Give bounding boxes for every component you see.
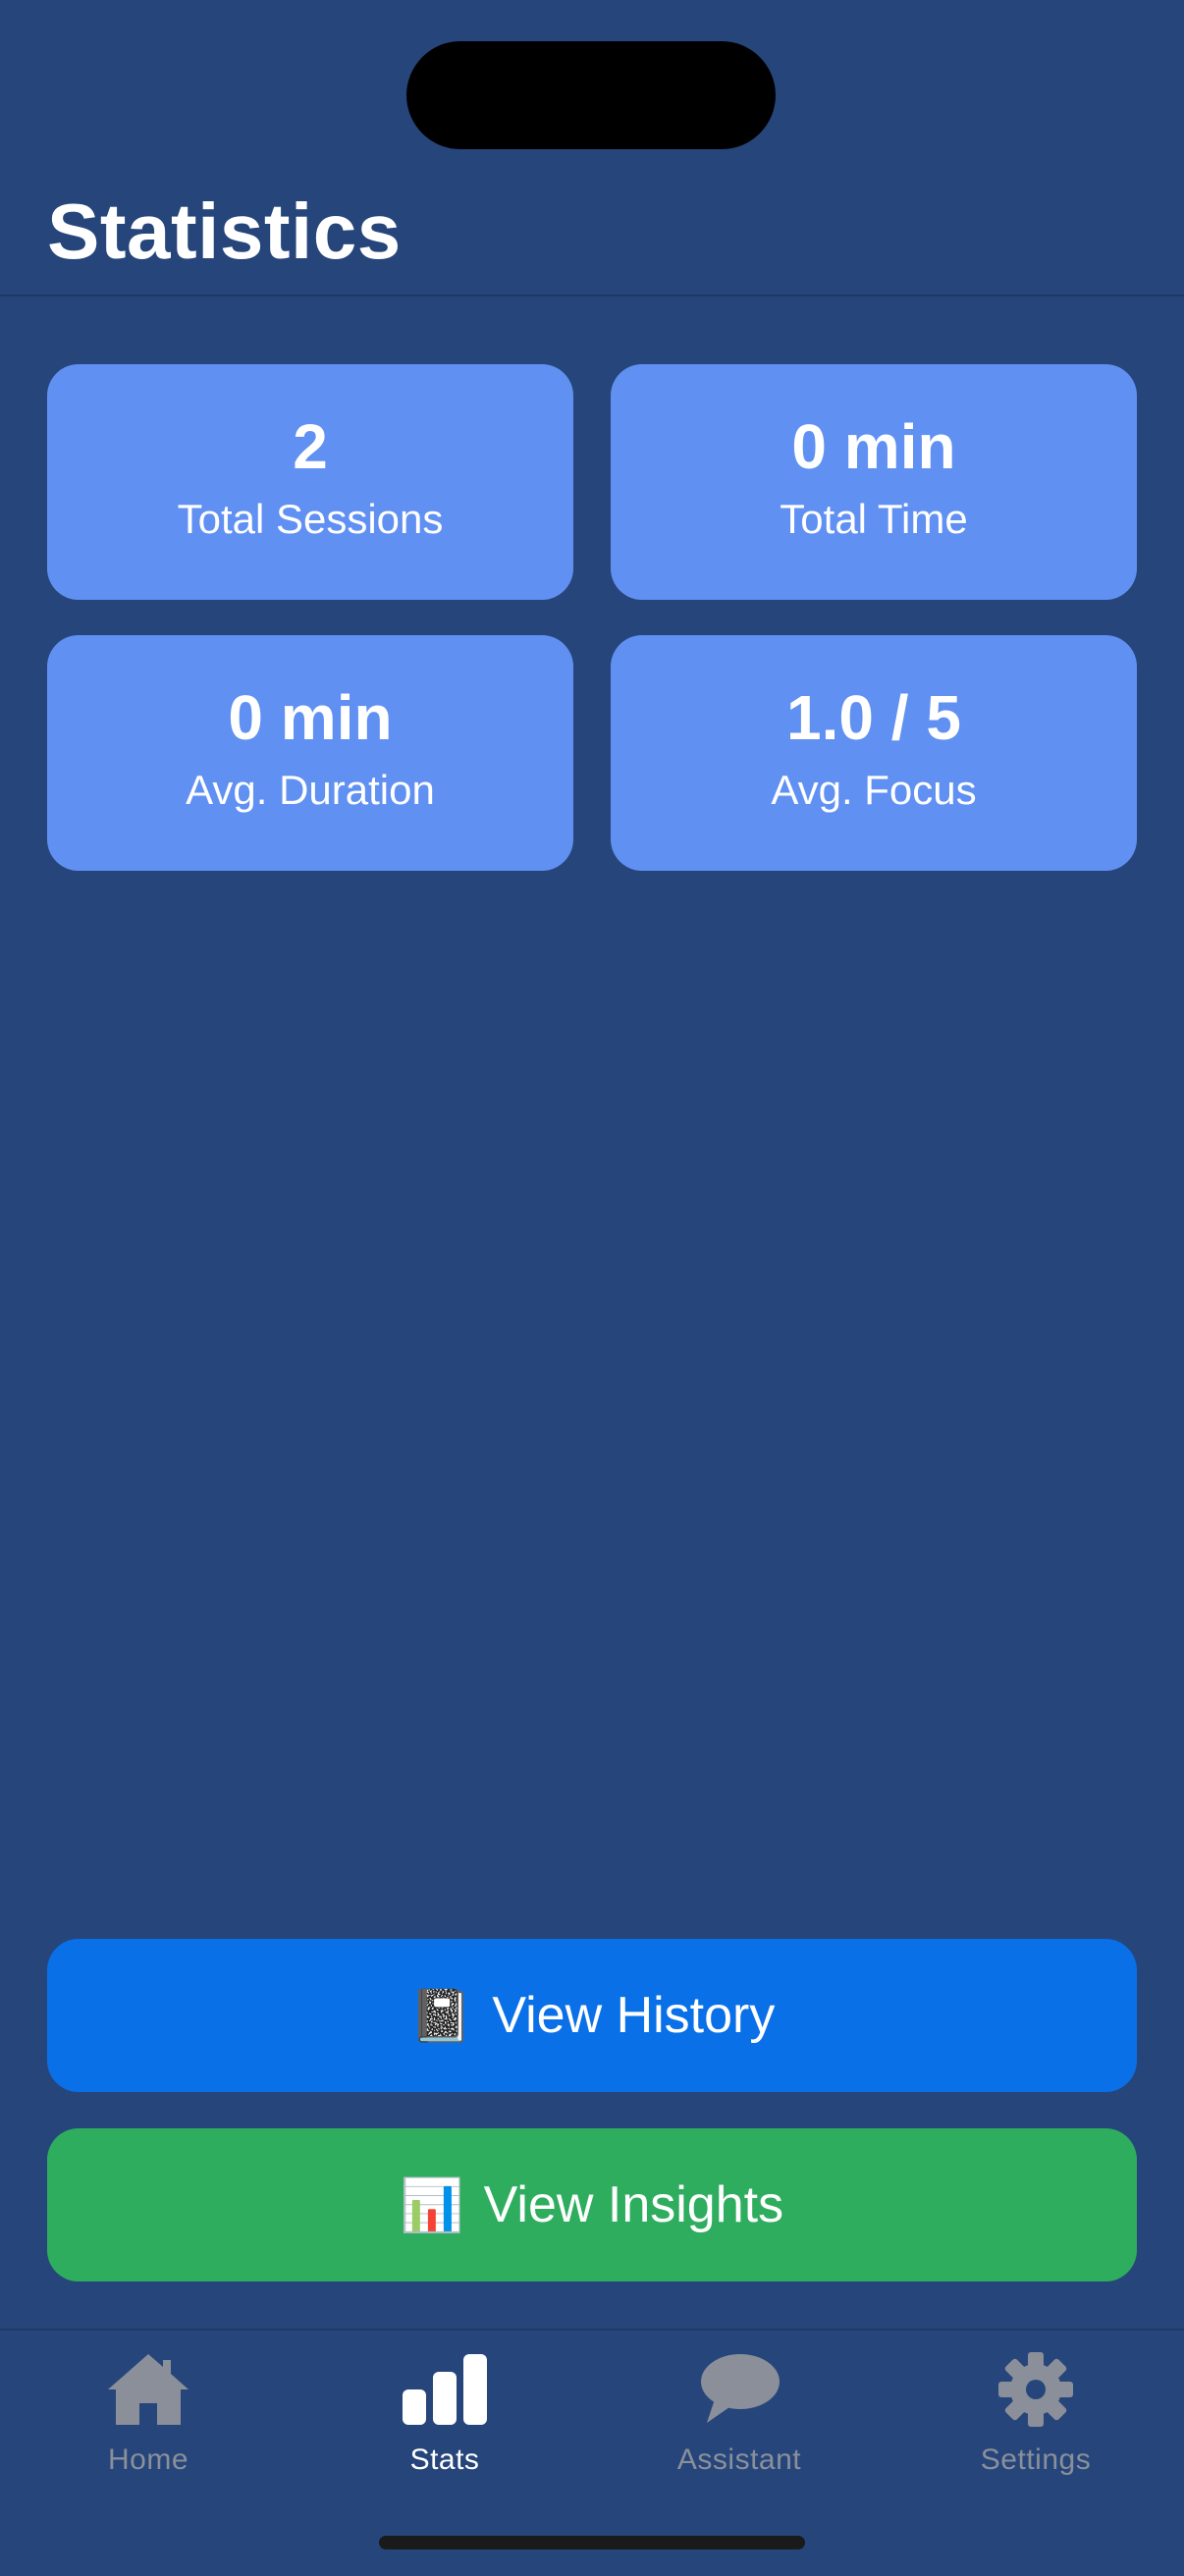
stat-label: Avg. Focus (771, 767, 977, 813)
tab-label: Settings (980, 2443, 1092, 2476)
tab-label: Home (107, 2443, 189, 2476)
tab-assistant[interactable]: Assistant (591, 2350, 888, 2497)
stat-card-total-time: 0 min Total Time (611, 364, 1137, 600)
tab-home[interactable]: Home (0, 2350, 296, 2497)
stat-value: 0 min (228, 682, 393, 753)
view-history-label: View History (492, 1987, 776, 2044)
bar-chart-icon: 📊 (400, 2176, 464, 2234)
tab-stats[interactable]: Stats (296, 2350, 593, 2497)
chat-bubble-icon (701, 2354, 780, 2423)
gear-icon (998, 2352, 1073, 2427)
page-title: Statistics (47, 188, 402, 275)
tab-label: Stats (409, 2443, 480, 2476)
stat-value: 1.0 / 5 (786, 682, 961, 753)
stat-card-avg-focus: 1.0 / 5 Avg. Focus (611, 635, 1137, 871)
view-history-button[interactable]: 📓 View History (47, 1939, 1137, 2092)
tab-label: Assistant (676, 2443, 802, 2476)
stat-card-total-sessions: 2 Total Sessions (47, 364, 573, 600)
stat-card-avg-duration: 0 min Avg. Duration (47, 635, 573, 871)
stats-bars-icon (403, 2354, 487, 2425)
tab-settings[interactable]: Settings (888, 2350, 1184, 2497)
home-indicator[interactable] (379, 2536, 805, 2549)
stat-label: Total Time (780, 496, 968, 542)
stat-value: 2 (293, 411, 328, 482)
house-icon (108, 2354, 188, 2425)
stat-label: Avg. Duration (186, 767, 435, 813)
stat-value: 0 min (791, 411, 956, 482)
header: Statistics (0, 0, 1184, 296)
view-insights-label: View Insights (483, 2176, 784, 2233)
notebook-icon: 📓 (408, 1987, 473, 2045)
view-insights-button[interactable]: 📊 View Insights (47, 2128, 1137, 2281)
stat-label: Total Sessions (177, 496, 444, 542)
